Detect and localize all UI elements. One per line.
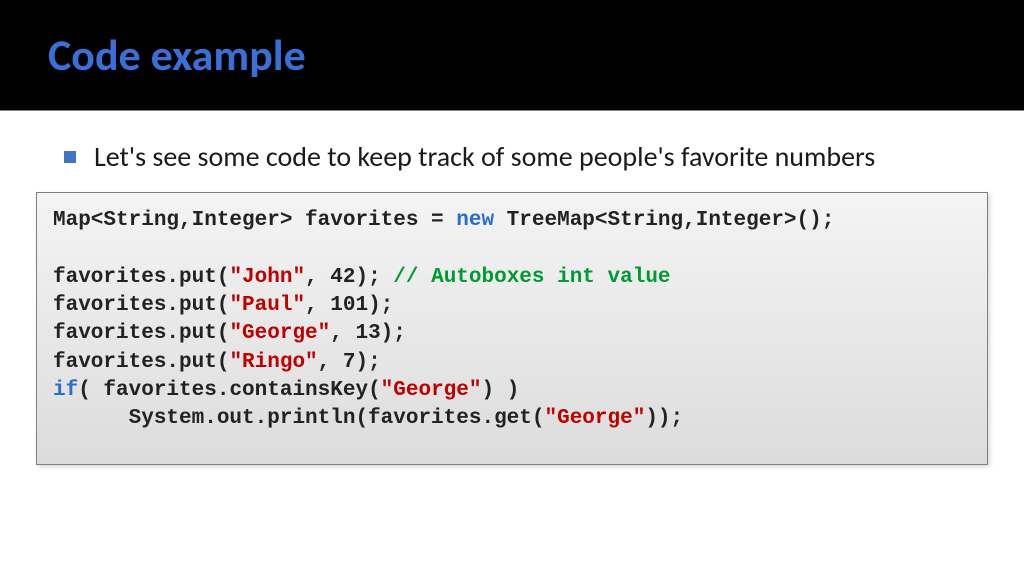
bullet-icon [64,151,76,163]
code-token: , 101); [305,294,393,317]
code-token: "George" [544,407,645,430]
bullet-text: Let's see some code to keep track of som… [94,139,875,174]
code-token: "Ringo" [229,351,317,374]
slide-body: Let's see some code to keep track of som… [0,111,1024,465]
code-token: TreeMap<String,Integer>(); [494,209,834,232]
code-token: ) ) [482,379,520,402]
code-token: favorites.put( [53,266,229,289]
code-token: favorites.put( [53,322,229,345]
code-token: , 13); [330,322,406,345]
code-token: System.out.println(favorites.get( [53,407,544,430]
code-token: ( favorites.containsKey( [78,379,380,402]
code-token: , 42); [305,266,393,289]
code-token: , 7); [318,351,381,374]
slide-title: Code example [48,28,306,82]
bullet-item: Let's see some code to keep track of som… [36,139,988,174]
code-token: favorites.put( [53,294,229,317]
code-token: "Paul" [229,294,305,317]
code-token: "George" [381,379,482,402]
code-token: Map<String,Integer> favorites = [53,209,456,232]
code-token: // Autoboxes int value [393,266,670,289]
code-token: new [456,209,494,232]
slide-header: Code example [0,0,1024,110]
code-token: "George" [229,322,330,345]
code-token: if [53,379,78,402]
code-token: "John" [229,266,305,289]
code-token: favorites.put( [53,351,229,374]
code-block: Map<String,Integer> favorites = new Tree… [36,192,988,465]
code-token: )); [645,407,683,430]
